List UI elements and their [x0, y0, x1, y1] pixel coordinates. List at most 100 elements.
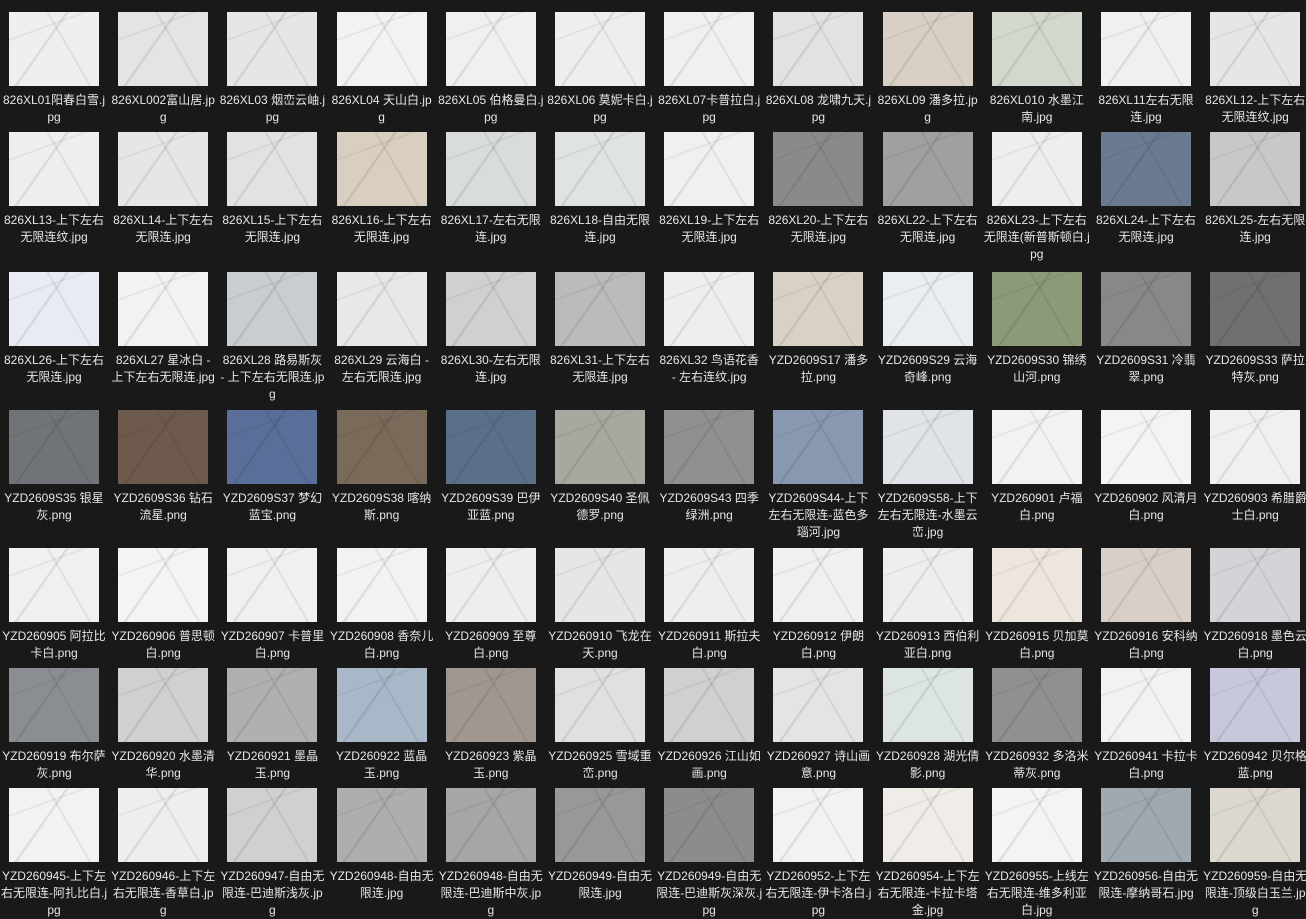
image-thumbnail[interactable]	[664, 410, 755, 484]
image-thumbnail[interactable]	[118, 410, 209, 484]
image-thumbnail[interactable]	[882, 132, 973, 206]
image-thumbnail[interactable]	[118, 12, 209, 86]
image-thumbnail[interactable]	[9, 12, 99, 86]
image-thumbnail[interactable]	[118, 548, 209, 622]
image-thumbnail[interactable]	[445, 668, 536, 742]
image-thumbnail[interactable]	[1210, 548, 1301, 622]
image-thumbnail[interactable]	[1101, 668, 1191, 742]
image-thumbnail[interactable]	[1210, 272, 1301, 346]
image-thumbnail[interactable]	[336, 548, 427, 622]
image-thumbnail[interactable]	[555, 788, 645, 862]
image-thumbnail[interactable]	[336, 788, 427, 862]
file-name-label: YZD260932 多洛米蒂灰.png	[985, 749, 1089, 780]
image-thumbnail[interactable]	[882, 410, 973, 484]
image-thumbnail[interactable]	[118, 788, 209, 862]
image-thumbnail[interactable]	[882, 548, 973, 622]
image-thumbnail[interactable]	[882, 788, 973, 862]
image-thumbnail[interactable]	[1210, 12, 1301, 86]
image-thumbnail[interactable]	[991, 788, 1082, 862]
image-thumbnail[interactable]	[991, 668, 1082, 742]
image-thumbnail[interactable]	[991, 272, 1082, 346]
file-name-label: YZD260906 普思顿白.png	[111, 629, 215, 660]
file-name-label: YZD260947-自由无限连-巴迪斯浅灰.jpg	[220, 869, 325, 917]
image-thumbnail[interactable]	[1101, 788, 1191, 862]
image-thumbnail[interactable]	[1101, 410, 1191, 484]
image-thumbnail[interactable]	[664, 12, 755, 86]
image-thumbnail[interactable]	[9, 132, 99, 206]
image-thumbnail[interactable]	[773, 410, 864, 484]
image-thumbnail[interactable]	[118, 132, 209, 206]
file-name-label: 826XL07卡普拉白.jpg	[658, 93, 761, 124]
image-thumbnail[interactable]	[991, 548, 1082, 622]
file-name-label: YZD260922 蓝晶玉.png	[335, 749, 428, 780]
image-thumbnail[interactable]	[773, 272, 864, 346]
image-thumbnail[interactable]	[773, 132, 864, 206]
image-thumbnail[interactable]	[664, 788, 755, 862]
image-thumbnail[interactable]	[664, 548, 755, 622]
image-thumbnail[interactable]	[227, 272, 318, 346]
image-thumbnail[interactable]	[773, 12, 864, 86]
file-name-label: YZD260948-自由无限连-巴迪斯中灰.jpg	[438, 869, 543, 917]
file-name-label: YZD260925 雪域重峦.png	[548, 749, 652, 780]
image-thumbnail[interactable]	[991, 132, 1082, 206]
image-thumbnail[interactable]	[227, 410, 318, 484]
image-thumbnail[interactable]	[336, 668, 427, 742]
image-thumbnail[interactable]	[227, 548, 318, 622]
image-thumbnail[interactable]	[555, 548, 645, 622]
file-name-label: YZD260910 飞龙在天.png	[548, 629, 652, 660]
image-thumbnail[interactable]	[9, 272, 99, 346]
image-thumbnail[interactable]	[445, 12, 536, 86]
image-thumbnail[interactable]	[336, 410, 427, 484]
image-thumbnail[interactable]	[555, 410, 645, 484]
image-thumbnail[interactable]	[1101, 132, 1191, 206]
file-name-label: YZD260912 伊朗白.png	[772, 629, 865, 660]
image-thumbnail[interactable]	[445, 788, 536, 862]
image-thumbnail[interactable]	[1210, 668, 1301, 742]
image-thumbnail[interactable]	[991, 12, 1082, 86]
image-thumbnail[interactable]	[882, 668, 973, 742]
image-thumbnail[interactable]	[445, 132, 536, 206]
image-thumbnail[interactable]	[555, 668, 645, 742]
image-thumbnail[interactable]	[664, 668, 755, 742]
image-thumbnail[interactable]	[991, 410, 1082, 484]
image-thumbnail[interactable]	[555, 132, 645, 206]
image-thumbnail[interactable]	[882, 12, 973, 86]
image-thumbnail[interactable]	[118, 272, 209, 346]
file-name-label: 826XL01阳春白雪.jpg	[2, 93, 106, 124]
image-thumbnail[interactable]	[118, 668, 209, 742]
image-thumbnail[interactable]	[227, 668, 318, 742]
image-thumbnail[interactable]	[1210, 788, 1301, 862]
image-thumbnail[interactable]	[227, 12, 318, 86]
image-thumbnail[interactable]	[1210, 410, 1301, 484]
image-thumbnail[interactable]	[664, 272, 755, 346]
image-thumbnail[interactable]	[1210, 132, 1301, 206]
file-name-label: YZD2609S35 银星灰.png	[4, 491, 104, 522]
image-thumbnail[interactable]	[9, 788, 99, 862]
file-name-label: YZD260948-自由无限连.jpg	[329, 869, 434, 900]
image-thumbnail[interactable]	[336, 12, 427, 86]
image-thumbnail[interactable]	[882, 272, 973, 346]
image-thumbnail[interactable]	[9, 548, 99, 622]
image-thumbnail[interactable]	[9, 668, 99, 742]
image-thumbnail[interactable]	[1101, 12, 1191, 86]
image-thumbnail[interactable]	[9, 410, 99, 484]
image-thumbnail[interactable]	[336, 132, 427, 206]
image-thumbnail[interactable]	[336, 272, 427, 346]
image-thumbnail[interactable]	[555, 12, 645, 86]
image-thumbnail[interactable]	[445, 272, 536, 346]
file-name-label: YZD260949-自由无限连-巴迪斯灰深灰.jpg	[656, 869, 763, 917]
file-name-label: 826XL04 天山白.jpg	[331, 93, 432, 124]
image-thumbnail[interactable]	[1101, 272, 1191, 346]
file-name-label: 826XL11左右无限连.jpg	[1098, 93, 1194, 124]
image-thumbnail[interactable]	[555, 272, 645, 346]
image-thumbnail[interactable]	[773, 548, 864, 622]
image-thumbnail[interactable]	[664, 132, 755, 206]
image-thumbnail[interactable]	[445, 410, 536, 484]
image-thumbnail[interactable]	[773, 788, 864, 862]
image-thumbnail[interactable]	[227, 788, 318, 862]
image-thumbnail[interactable]	[1101, 548, 1191, 622]
image-thumbnail[interactable]	[773, 668, 864, 742]
image-thumbnail[interactable]	[227, 132, 318, 206]
file-name-label: YZD260915 贝加莫白.png	[985, 629, 1089, 660]
image-thumbnail[interactable]	[445, 548, 536, 622]
